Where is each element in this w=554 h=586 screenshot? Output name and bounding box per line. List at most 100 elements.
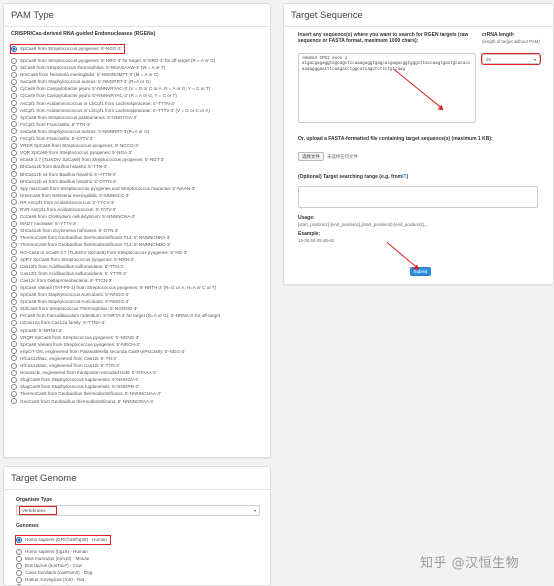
sequence-textarea[interactable]: >Human CPS1 exon 1 atgacgagaggtagcagctcc… [298,53,476,123]
pam-option[interactable]: GeoCas9 from Geobacillus thermodenitrifi… [11,398,263,405]
choose-file-button[interactable]: 选择文件 [298,152,324,161]
radio-icon[interactable] [11,220,17,227]
radio-icon[interactable] [11,171,17,178]
pam-option[interactable]: ShCas12k from Scytonema hofmanni: 5'-GTN… [11,227,263,234]
pam-option[interactable]: SaCas9 from Staphylococcus aureus: 5'-NN… [11,78,263,85]
radio-icon[interactable] [11,298,17,305]
pam-option[interactable]: NovaIscB, engineered from transposon-enc… [11,369,263,376]
radio-icon[interactable] [11,305,17,312]
pam-option[interactable]: eCas9 3.7 (TLIKDIV SpCas9) from Streptoc… [11,156,263,163]
radio-icon[interactable] [11,107,17,114]
pam-option[interactable]: SpCas9 from Streptococcus pyogenes: 5'-N… [9,44,126,54]
radio-icon[interactable] [11,327,17,334]
pam-option[interactable]: SaCas9 from Staphylococcus aureus: 5'-NN… [11,128,263,135]
radio-icon[interactable] [11,206,17,213]
radio-icon[interactable] [11,57,17,64]
radio-icon[interactable] [11,390,17,397]
pam-option[interactable]: SpCas9 from Staphylococcus Auricularis: … [11,298,263,305]
radio-icon[interactable] [16,576,22,583]
pam-option[interactable]: St3Cas9 from Streptococcus Thermophilus:… [11,305,263,312]
pam-option[interactable]: VQR SpCas9 from Streptococcus pyogenes: … [11,149,263,156]
pam-option[interactable]: NmCas9 from Neisseria meningitidis: 5'-N… [11,71,263,78]
radio-icon[interactable] [16,537,22,543]
pam-option[interactable]: Cas12f1 from Acidibacillus sulfuroxidans… [11,270,263,277]
pam-option[interactable]: SlugCas9 from Staphylococcus lugdunensis… [11,383,263,390]
radio-icon[interactable] [11,114,17,121]
pam-option[interactable]: ThermoCas9 from Geobacillus thermodenitr… [11,390,263,397]
radio-icon[interactable] [11,78,17,85]
radio-icon[interactable] [11,284,17,291]
radio-icon[interactable] [16,548,22,555]
radio-icon[interactable] [11,398,17,405]
radio-icon[interactable] [11,256,17,263]
radio-icon[interactable] [11,312,17,319]
radio-icon[interactable] [11,234,17,241]
radio-icon[interactable] [11,100,17,107]
pam-option[interactable]: BhCas12b from Bacillus hisashii: 5'-TTN-… [11,163,263,170]
radio-icon[interactable] [11,270,17,277]
genome-option[interactable]: Homo sapiens (GRCh38/hg38) - Human [15,535,111,545]
pam-option[interactable]: HfCas12Max, engineered from Cas12i: 5'-T… [11,355,263,362]
radio-icon[interactable] [11,128,17,135]
radio-icon[interactable] [11,362,17,369]
range-textarea[interactable] [298,186,538,208]
genome-option[interactable]: Canis familiaris (canFam3) - Dog [16,569,110,576]
pam-option[interactable]: Cas12f1 from Acidibacillus sulfuroxidans… [11,263,263,270]
pam-option[interactable]: SpCas9 from Streptococcus pyogenes: 5'-N… [11,57,263,64]
pam-option[interactable]: AsCpf1 from Acidaminococcus or LbCpf1 fr… [11,100,263,107]
pam-option[interactable]: CjCas9 from Campylobacter jejuni: 5'-NNN… [11,85,263,92]
pam-option[interactable]: RVR AsCpf1 from Acidaminococcus: 5'-TATV… [11,206,263,213]
radio-icon[interactable] [11,149,17,156]
pam-option[interactable]: FrCas9 from Faecalibaculum rodentium: 5'… [11,312,263,319]
radio-icon[interactable] [11,334,17,341]
pam-option[interactable]: SpCas9 from Staphylococcus Auricularis: … [11,291,263,298]
pam-option[interactable]: SlugCas9 from Staphylococcus lugdunensis… [11,376,263,383]
radio-icon[interactable] [11,199,17,206]
radio-icon[interactable] [11,178,17,185]
radio-icon[interactable] [11,156,17,163]
radio-icon[interactable] [11,348,17,355]
radio-icon[interactable] [11,277,17,284]
radio-icon[interactable] [11,369,17,376]
radio-icon[interactable] [11,355,17,362]
radio-icon[interactable] [11,227,17,234]
pam-option[interactable]: HfCas12Max, engineered from Cas12i: 5'-T… [11,362,263,369]
radio-icon[interactable] [11,71,17,78]
radio-icon[interactable] [11,192,17,199]
radio-icon[interactable] [11,376,17,383]
radio-icon[interactable] [11,291,17,298]
pam-option[interactable]: NmeCas9 from Neisseria meningitidis: 5'-… [11,192,263,199]
radio-icon[interactable] [11,383,17,390]
radio-icon[interactable] [11,46,17,52]
pam-option[interactable]: eSpOT-ON, engineered from Parasutterella… [11,348,263,355]
pam-option[interactable]: CjCas9 from Campylobacter jejuni: 5'-NNN… [11,92,263,100]
genome-option[interactable]: Homo sapiens (hg19) - Human [16,548,110,555]
radio-icon[interactable] [11,249,17,256]
pam-option[interactable]: FnCpf1 from Francisella: 5'-TTN-3' [11,121,263,128]
pam-option[interactable]: BhCas12b v4 from Bacillus hisashii: 5'-D… [11,178,263,185]
pam-option[interactable]: AsCpf1 from Acidaminococcus or LbCpf1 fr… [11,107,263,114]
radio-icon[interactable] [11,85,17,92]
genome-option[interactable]: Mus musculus (mm10) - Mouse [16,555,110,562]
pam-option[interactable]: SpRY SpCas9 from Streptococcus pyogenes:… [11,256,263,263]
radio-icon[interactable] [11,263,17,270]
pam-option[interactable]: SpCas9 Variant from Streptococcus pyogen… [11,341,263,348]
genome-option[interactable]: Bos taurus (bosTau7) - Cow [16,562,110,569]
pam-option[interactable]: VRQR SpCas9 from Streptococcus pyogenes:… [11,334,263,341]
radio-icon[interactable] [11,320,17,327]
radio-icon[interactable] [11,142,17,149]
radio-icon[interactable] [16,555,22,562]
pam-option[interactable]: SpCas9 Variant (TAT-P5-1) from Streptoco… [11,284,263,291]
radio-icon[interactable] [11,135,17,142]
organism-type-select[interactable]: Vertebrates ▾ [16,505,260,516]
radio-icon[interactable] [16,569,22,576]
pam-option[interactable]: Cas12c from Deltaproteobacteria: 5'-TTCN… [11,277,263,284]
pam-option[interactable]: SpCas9: 5'-NRNH-3' [11,327,263,334]
pam-option[interactable]: SpCas9 from Streptococcus pasteurianus: … [11,114,263,121]
genome-option[interactable]: Rattus norvegicus (rn5) - Rat [16,576,110,583]
pam-option[interactable]: Spy macCas9 from Streptococcus pyogenes … [11,185,263,192]
pam-option[interactable]: CcCas9 from Clostridium cellulolyticum: … [11,213,263,220]
radio-icon[interactable] [16,562,22,569]
pam-option[interactable]: MAD7 nuclease: 5'-YTTV-3' [11,220,263,227]
pam-option[interactable]: NG-Cas9 or xCas9 3.7 (TLIKDIV SpCas9) fr… [11,249,263,256]
